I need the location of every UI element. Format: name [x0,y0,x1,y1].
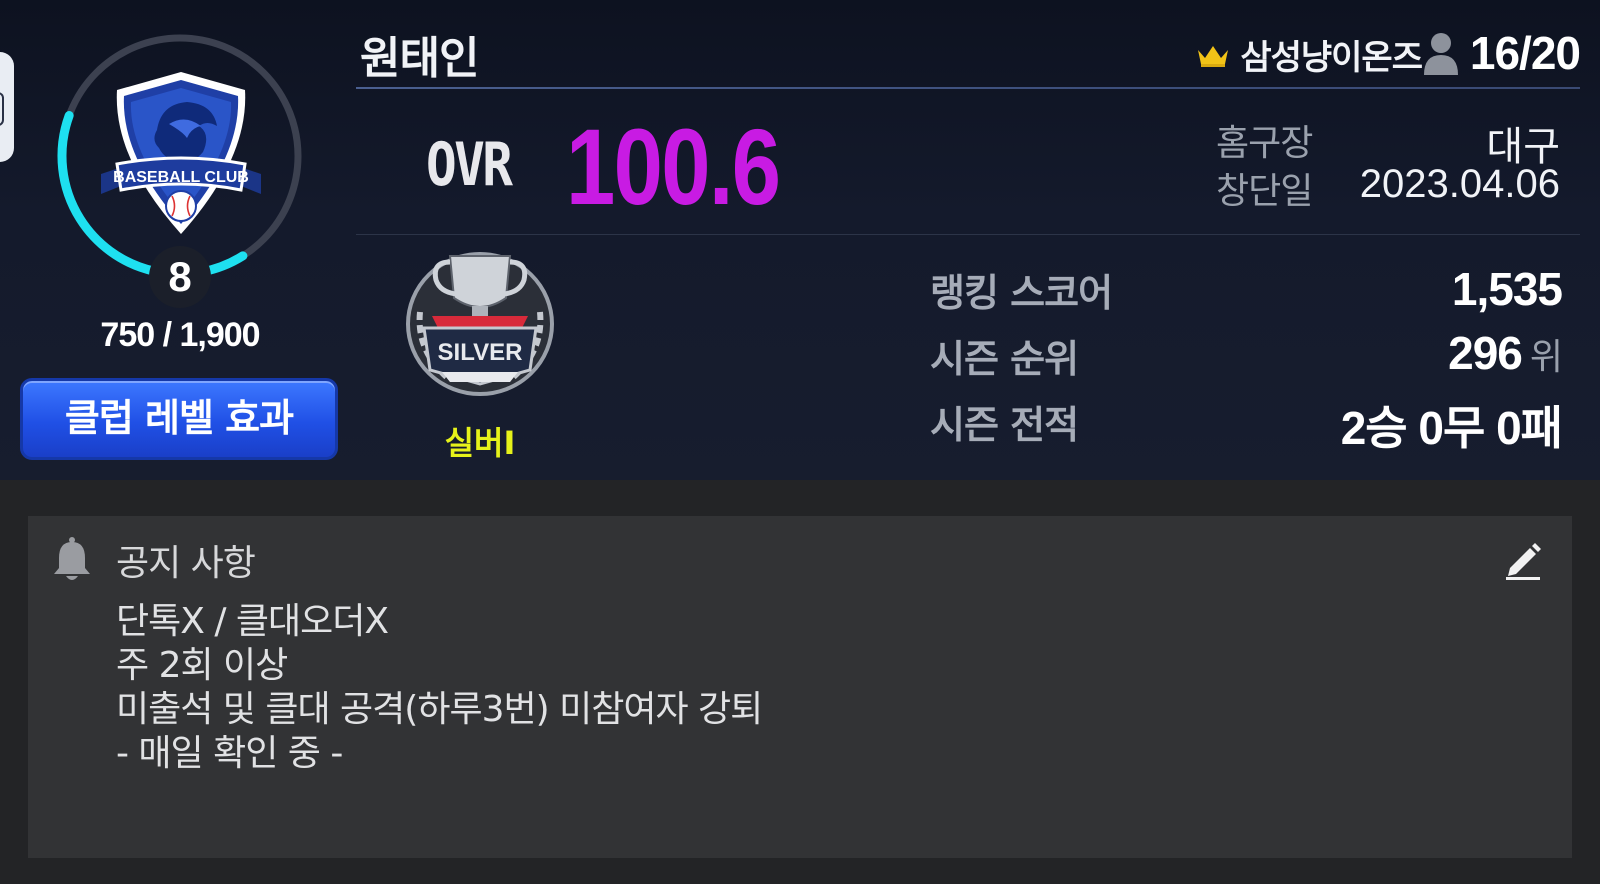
club-info-panel: BASEBALL CLUB 8 750 / 1,900 클럽 레벨 효과 원태인… [0,0,1600,480]
ranking-score-value: 1,535 [1451,263,1563,315]
notice-line: 단톡X / 클대오더X [116,601,389,642]
members-count: 16/20 [1469,27,1581,79]
club-emblem-icon: BASEBALL CLUB [101,72,261,234]
bell-icon [54,537,90,580]
season-rank-label: 시즌 순위 [930,337,1079,381]
emblem-text: BASEBALL CLUB [113,169,249,186]
notice-panel: 공지 사항 단톡X / 클대오더X 주 2회 이상 미출석 및 클대 공격(하루… [28,516,1572,858]
header-divider [356,87,1580,89]
side-tab-handle[interactable] [0,52,14,162]
notice-line: - 매일 확인 중 - [116,733,343,774]
ranking-score-label: 랭킹 스코어 [930,271,1113,315]
club-exp-text: 750 / 1,900 [100,316,260,354]
tier-emblem-text: SILVER [438,339,523,366]
founded-date-value: 2023.04.06 [1359,162,1560,206]
owner-name: 삼성냥이온즈 [1240,38,1423,78]
notice-title: 공지 사항 [116,543,256,584]
season-rank-value: 296 [1448,327,1523,379]
club-level-effect-button[interactable]: 클럽 레벨 효과 [20,378,338,460]
silver-tier-emblem-icon: SILVER [406,252,554,396]
home-stadium-label: 홈구장 [1216,123,1313,164]
notice-line: 주 2회 이상 [116,645,288,686]
ovr-value: 100.6 [566,106,781,227]
person-icon [1423,33,1458,75]
season-rank-unit: 위 [1529,337,1563,378]
notice-body: 단톡X / 클대오더X 주 2회 이상 미출석 및 클대 공격(하루3번) 미참… [116,600,763,776]
season-record-value: 2승 0무 0패 [1340,402,1563,454]
season-rank: 296 위 [1448,326,1563,380]
club-name: 원태인 [360,33,479,84]
edit-icon[interactable] [1504,540,1542,580]
member-count: 16/20 [1422,26,1581,80]
club-level-badge: 8 [149,246,211,308]
season-record-label: 시즌 전적 [930,403,1079,447]
founded-date-label: 창단일 [1216,171,1313,212]
middle-divider [356,234,1580,235]
tier-name: 실버I [444,424,516,462]
ovr-label: OVR [426,130,513,200]
club-info-screen: BASEBALL CLUB 8 750 / 1,900 클럽 레벨 효과 원태인… [0,0,1600,884]
notice-line: 미출석 및 클대 공격(하루3번) 미참여자 강퇴 [116,689,763,730]
club-owner: 삼성냥이온즈 [1196,30,1423,79]
crown-icon [1198,45,1229,67]
